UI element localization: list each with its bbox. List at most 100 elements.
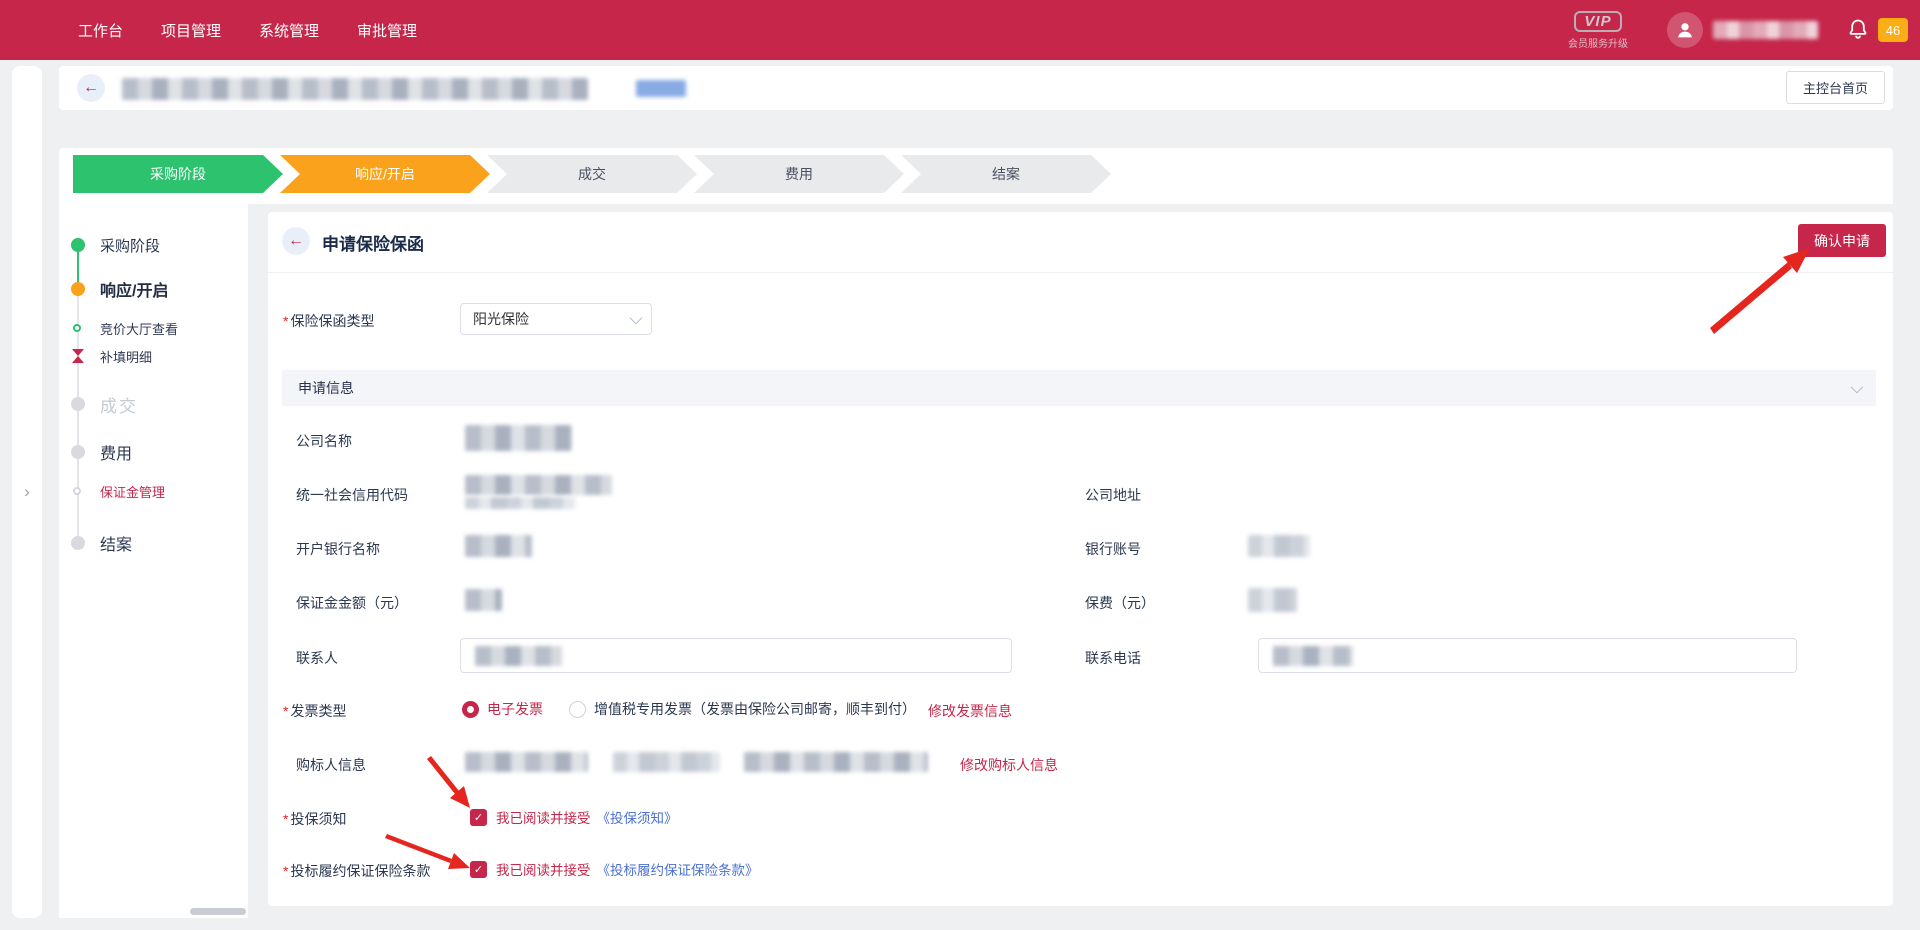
terms-label: 投标履约保证保险条款 [290, 861, 430, 881]
terms-agree-row: ✓ 我已阅读并接受 《投标履约保证保险条款》 [470, 859, 759, 879]
horizontal-scrollbar[interactable] [190, 908, 246, 915]
apply-insurance-form: ← 申请保险保函 确认申请 * 保险保函类型 阳光保险 申请信息 公司名称 统一… [268, 212, 1893, 906]
dot-current-icon [71, 282, 85, 296]
top-nav: 工作台 项目管理 系统管理 审批管理 VIP 会员服务升级 46 [0, 0, 1920, 60]
confirm-apply-button[interactable]: 确认申请 [1798, 224, 1886, 257]
dot-todo-icon [71, 445, 85, 459]
ring-icon [73, 487, 81, 495]
redacted-bank-name [465, 535, 532, 557]
step-procurement: 采购阶段 [73, 155, 283, 193]
insurance-type-value: 阳光保险 [473, 309, 529, 329]
ring-icon [73, 324, 81, 332]
terms-doc-link[interactable]: 《投标履约保证保险条款》 [597, 859, 759, 879]
chevron-down-icon [630, 311, 643, 324]
console-home-button[interactable]: 主控台首页 [1786, 71, 1885, 104]
check-icon: ✓ [474, 863, 483, 876]
redacted-status-tag [636, 80, 686, 97]
person-icon [1674, 19, 1696, 41]
vip-icon: VIP [1574, 11, 1621, 32]
check-icon: ✓ [474, 811, 483, 824]
user-avatar[interactable] [1667, 12, 1703, 48]
bank-account-label: 银行账号 [1085, 539, 1141, 559]
nav-item-approval[interactable]: 审批管理 [357, 20, 417, 41]
nav-item-system[interactable]: 系统管理 [259, 20, 319, 41]
bank-name-label: 开户银行名称 [296, 539, 380, 559]
terms-row-label: * 投标履约保证保险条款 [283, 861, 430, 881]
section-apply-info[interactable]: 申请信息 [282, 370, 1876, 406]
edit-invoice-link[interactable]: 修改发票信息 [928, 701, 1012, 721]
redacted-contact-phone [1273, 646, 1353, 666]
insurance-type-select[interactable]: 阳光保险 [460, 303, 652, 335]
redacted-buyer-name [465, 752, 588, 772]
contact-person-label: 联系人 [296, 648, 338, 668]
notice-agree-text: 我已阅读并接受 [496, 807, 591, 827]
dot-done-icon [71, 238, 85, 252]
divider [268, 272, 1893, 273]
edit-buyer-link[interactable]: 修改购标人信息 [960, 755, 1058, 775]
radio-vat-invoice[interactable] [569, 701, 586, 718]
invoice-type-label: 发票类型 [290, 701, 346, 721]
notification-count-badge: 46 [1878, 18, 1908, 42]
notice-row-label: * 投保须知 [283, 809, 346, 829]
redacted-credit-code [465, 475, 612, 495]
invoice-options: 电子发票 增值税专用发票（发票由保险公司邮寄，顺丰到付） [462, 699, 916, 719]
credit-code-label: 统一社会信用代码 [296, 485, 408, 505]
redacted-company-name [465, 425, 572, 451]
notice-doc-link[interactable]: 《投保须知》 [597, 807, 678, 827]
insurance-type-row: * 保险保函类型 [283, 311, 374, 331]
notice-label: 投保须知 [290, 809, 346, 829]
radio-electronic-invoice[interactable] [462, 701, 479, 718]
redacted-credit-code [465, 497, 575, 509]
terms-agree-text: 我已阅读并接受 [496, 859, 591, 879]
hourglass-icon [71, 348, 85, 364]
contact-person-input[interactable] [460, 638, 1012, 673]
redacted-bank-account [1248, 535, 1310, 557]
invoice-type-row: * 发票类型 [283, 701, 346, 721]
chevron-down-icon [1851, 380, 1864, 393]
page-back-button[interactable]: ← [77, 74, 105, 102]
company-name-label: 公司名称 [296, 431, 352, 451]
dot-todo-icon [71, 397, 85, 411]
redacted-premium [1248, 588, 1297, 612]
insurance-type-label: 保险保函类型 [290, 311, 374, 331]
main-menu: 工作台 项目管理 系统管理 审批管理 [0, 20, 417, 41]
step-close: 结案 [901, 155, 1111, 193]
page: 工作台 项目管理 系统管理 审批管理 VIP 会员服务升级 46 › ← [0, 0, 1920, 930]
breadcrumb-bar: ← 主控台首页 [59, 66, 1893, 110]
contact-phone-input[interactable] [1258, 638, 1797, 673]
notice-agree-row: ✓ 我已阅读并接受 《投保须知》 [470, 807, 678, 827]
nav-right: VIP 会员服务升级 46 [1555, 0, 1908, 60]
radio-vat-invoice-label[interactable]: 增值税专用发票（发票由保险公司邮寄，顺丰到付） [594, 699, 916, 719]
back-arrow-icon: ← [83, 79, 99, 97]
contact-phone-label: 联系电话 [1085, 648, 1141, 668]
step-deal: 成交 [487, 155, 697, 193]
radio-electronic-invoice-label[interactable]: 电子发票 [487, 699, 543, 719]
side-rail: › [12, 66, 42, 918]
redacted-deposit-amount [465, 589, 502, 611]
notice-checkbox[interactable]: ✓ [470, 809, 487, 826]
premium-label: 保费（元） [1085, 593, 1155, 613]
redacted-buyer-contact [744, 752, 928, 772]
redacted-username [1713, 21, 1818, 39]
back-arrow-icon: ← [288, 232, 304, 250]
nav-item-workbench[interactable]: 工作台 [78, 20, 123, 41]
section-title: 申请信息 [298, 378, 354, 398]
dot-todo-icon [71, 536, 85, 550]
form-title: 申请保险保函 [322, 230, 424, 255]
buyer-info-label: 购标人信息 [296, 755, 366, 775]
stage-sidebar: 采购阶段 响应/开启 竞价大厅查看 补填明细 成交 费用 保证金管理 结案 [59, 204, 248, 918]
step-response-open: 响应/开启 [280, 155, 490, 193]
step-fees: 费用 [694, 155, 904, 193]
expand-panel-icon[interactable]: › [24, 482, 30, 502]
vip-upgrade[interactable]: VIP 会员服务升级 [1555, 11, 1641, 50]
form-back-button[interactable]: ← [282, 227, 310, 255]
nav-item-projects[interactable]: 项目管理 [161, 20, 221, 41]
redacted-contact-person [475, 646, 562, 666]
terms-checkbox[interactable]: ✓ [470, 861, 487, 878]
deposit-amount-label: 保证金金额（元） [296, 593, 408, 613]
bell-icon[interactable] [1846, 17, 1870, 43]
company-address-label: 公司地址 [1085, 485, 1141, 505]
redacted-buyer-id [613, 752, 720, 772]
vip-upgrade-label: 会员服务升级 [1555, 35, 1641, 50]
phase-stepper: 采购阶段 响应/开启 成交 费用 结案 [59, 148, 1893, 204]
